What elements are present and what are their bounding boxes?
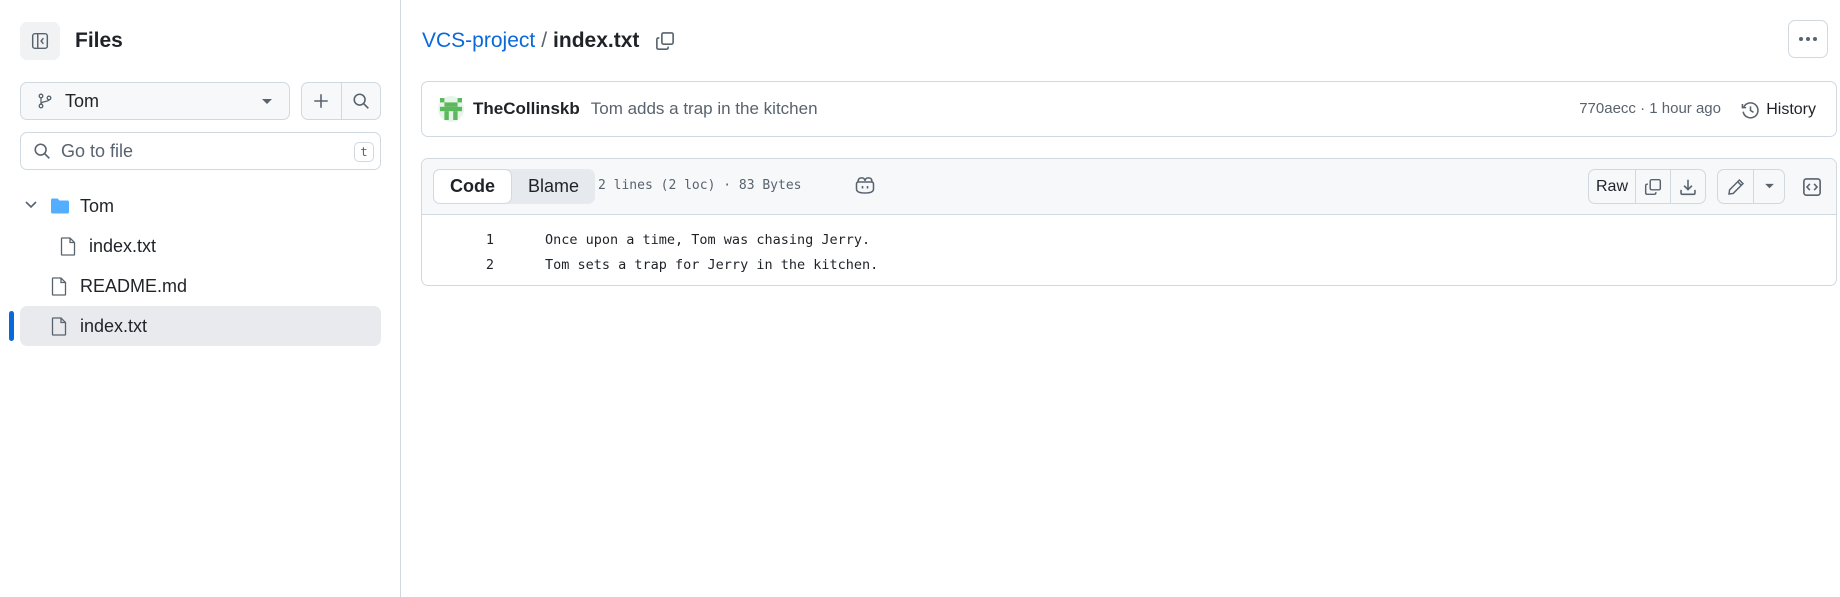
- search-icon: [34, 143, 50, 159]
- copy-icon: [656, 32, 675, 50]
- git-branch-icon: [38, 93, 52, 109]
- tree-folder-tom[interactable]: Tom: [20, 186, 381, 226]
- line-content: Tom sets a trap for Jerry in the kitchen…: [545, 256, 879, 273]
- tree-actions: [301, 82, 381, 120]
- code-line: 2 Tom sets a trap for Jerry in the kitch…: [422, 252, 1836, 277]
- history-button[interactable]: History: [1733, 93, 1824, 127]
- latest-commit-bar: TheCollinskb Tom adds a trap in the kitc…: [421, 81, 1837, 137]
- file-tree: Tom index.txt README.md index.txt: [20, 186, 381, 346]
- edit-options-dropdown[interactable]: [1753, 170, 1784, 203]
- tree-item-label: Tom: [80, 196, 115, 216]
- history-label: History: [1766, 101, 1816, 118]
- breadcrumb-file: index.txt: [553, 29, 640, 52]
- plus-icon: [314, 94, 328, 108]
- pencil-icon: [1727, 178, 1744, 195]
- raw-copy-download-group: Raw: [1588, 169, 1706, 204]
- line-number[interactable]: 2: [422, 257, 494, 273]
- more-options-button[interactable]: [1788, 20, 1828, 58]
- commit-author-link[interactable]: TheCollinskb: [473, 99, 580, 119]
- go-to-file-input[interactable]: Go to file t: [20, 132, 381, 170]
- copilot-button[interactable]: [854, 175, 876, 200]
- triangle-down-icon: [1764, 183, 1774, 189]
- tree-file-index-txt[interactable]: index.txt: [20, 306, 381, 346]
- add-file-button[interactable]: [302, 83, 341, 119]
- breadcrumb-repo-link[interactable]: VCS-project: [422, 29, 535, 53]
- download-icon: [1680, 179, 1696, 195]
- code-line: 1 Once upon a time, Tom was chasing Jerr…: [422, 227, 1836, 252]
- history-icon: [1741, 101, 1759, 119]
- download-button[interactable]: [1670, 170, 1705, 203]
- identicon-icon: [440, 98, 462, 120]
- active-item-indicator: [9, 311, 14, 341]
- tree-item-label: index.txt: [89, 236, 157, 256]
- breadcrumb-separator: /: [541, 29, 548, 52]
- code-listing: 1 Once upon a time, Tom was chasing Jerr…: [422, 215, 1836, 277]
- file-stats: 2 lines (2 loc) · 83 Bytes: [598, 178, 802, 193]
- commit-message-link[interactable]: Tom adds a trap in the kitchen: [591, 99, 818, 119]
- branch-selector[interactable]: Tom: [20, 82, 290, 120]
- file-icon: [51, 277, 67, 296]
- copy-raw-button[interactable]: [1635, 170, 1670, 203]
- tree-file-readme[interactable]: README.md: [20, 266, 381, 306]
- kebab-horizontal-icon: [1799, 37, 1817, 41]
- line-content: Once upon a time, Tom was chasing Jerry.: [545, 231, 871, 248]
- search-icon: [353, 93, 369, 109]
- search-files-button[interactable]: [340, 83, 381, 119]
- branch-name: Tom: [65, 90, 100, 111]
- copilot-icon: [855, 177, 875, 194]
- collapse-sidebar-button[interactable]: [20, 22, 60, 60]
- file-viewer: Code Blame 2 lines (2 loc) · 83 Bytes Ra…: [421, 158, 1837, 286]
- view-mode-tabs: Code Blame: [433, 169, 596, 204]
- edit-group: [1717, 169, 1785, 204]
- file-toolbar: Code Blame 2 lines (2 loc) · 83 Bytes Ra…: [422, 159, 1836, 215]
- tab-blame[interactable]: Blame: [512, 169, 595, 204]
- copy-icon: [1644, 178, 1662, 195]
- file-icon: [51, 317, 67, 336]
- file-tree-sidebar: Files Tom Go to file t Tom index.txt REA: [0, 0, 401, 597]
- sidebar-collapse-icon: [31, 32, 49, 50]
- files-title: Files: [75, 29, 123, 52]
- raw-button[interactable]: Raw: [1589, 170, 1635, 203]
- symbols-panel-toggle[interactable]: [1797, 169, 1827, 204]
- tree-item-label: index.txt: [80, 316, 148, 336]
- files-header: Files: [20, 22, 123, 60]
- chevron-down-icon[interactable]: [24, 200, 38, 210]
- tree-item-label: README.md: [80, 276, 188, 296]
- code-square-button[interactable]: [1797, 169, 1827, 204]
- copy-path-button[interactable]: [655, 31, 675, 51]
- tree-file-tom-index-txt[interactable]: index.txt: [20, 226, 381, 266]
- code-square-icon: [1803, 177, 1821, 196]
- tab-code[interactable]: Code: [433, 169, 512, 204]
- line-number[interactable]: 1: [422, 232, 494, 248]
- caret-down-icon: [262, 99, 272, 104]
- breadcrumb: VCS-project / index.txt: [422, 29, 675, 53]
- commit-hash-and-time[interactable]: 770aecc · 1 hour ago: [1579, 100, 1721, 117]
- edit-file-button[interactable]: [1718, 170, 1753, 203]
- avatar[interactable]: [438, 96, 464, 122]
- keyboard-shortcut-badge: t: [354, 142, 374, 162]
- file-icon: [60, 237, 76, 256]
- go-to-file-placeholder: Go to file: [61, 140, 134, 161]
- folder-icon: [51, 198, 69, 214]
